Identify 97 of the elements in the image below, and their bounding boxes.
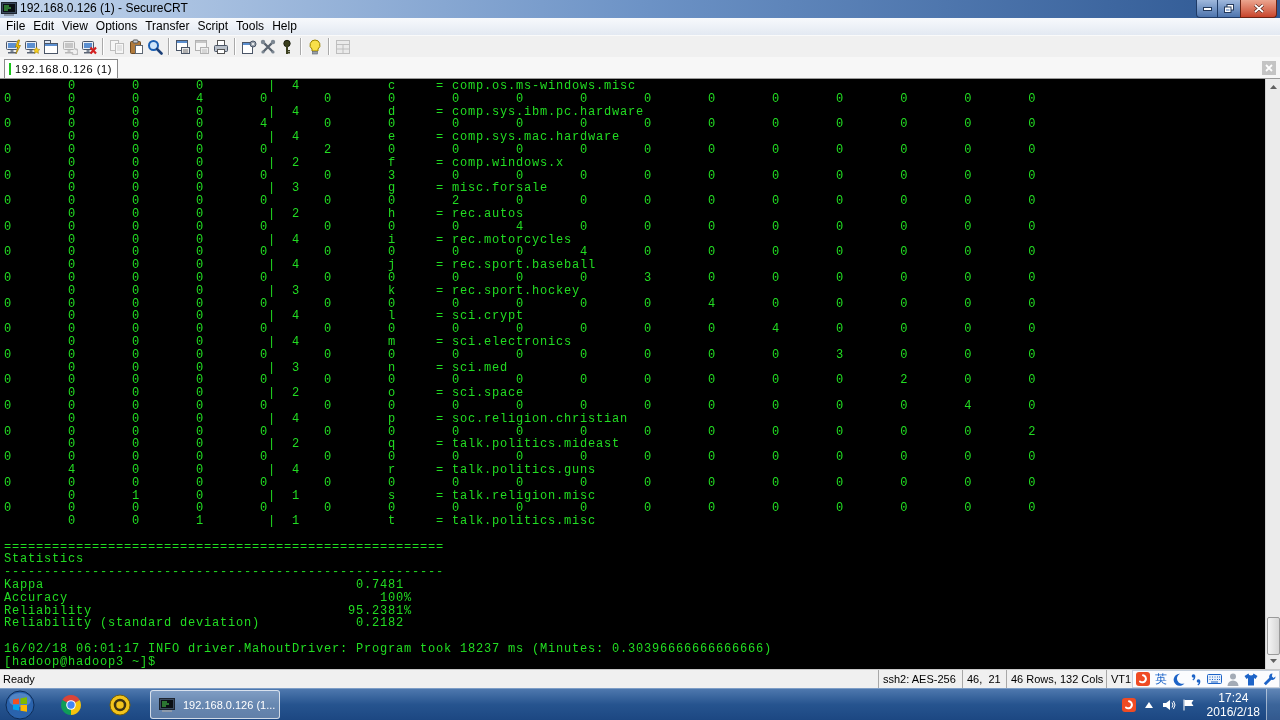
confusion-matrix-line: 0 0 0 0 0 2 0 0 0 0 0 0 0 0 0 0 0 — [4, 144, 1037, 157]
window-title: 192.168.0.126 (1) - SecureCRT — [20, 0, 188, 17]
confusion-matrix-line: 0 0 0 | 3 k = rec.sport.hockey — [68, 284, 581, 298]
monitor-bolt-icon[interactable] — [5, 38, 21, 55]
confusion-matrix-line: 0 0 0 | 3 n = sci.med — [68, 361, 509, 375]
start-orb-icon[interactable] — [5, 689, 35, 720]
confusion-matrix-line: 0 0 0 0 0 0 0 0 0 0 0 0 0 0 0 0 2 — [4, 425, 1037, 439]
caret-down-icon[interactable] — [1269, 659, 1277, 663]
confusion-matrix-line: 0 1 0 | 1 s = talk.religion.misc — [68, 489, 597, 503]
statistics-line: ======================================================= — [4, 540, 445, 554]
confusion-matrix-line: 0 0 0 0 0 0 0 0 4 0 0 0 0 0 0 0 0 — [4, 220, 1037, 234]
menu-item[interactable]: Tools — [233, 18, 268, 35]
flag-icon[interactable] — [1181, 698, 1195, 711]
confusion-matrix-line: 0 0 0 0 0 0 0 0 0 0 0 0 0 0 0 0 0 — [4, 502, 1037, 516]
input-mode-label[interactable]: 英 — [1155, 672, 1167, 686]
confusion-matrix-line: 0 0 0 0 0 0 0 0 0 0 0 0 0 0 0 0 0 — [4, 451, 1037, 464]
confusion-matrix-line: 0 0 0 0 0 0 0 0 0 4 0 0 0 0 0 0 0 — [4, 246, 1037, 260]
confusion-matrix-line: 0 0 0 | 2 f = comp.windows.x — [68, 156, 565, 170]
confusion-matrix-line: 0 0 0 | 4 d = comp.sys.ibm.pc.hardware — [68, 105, 645, 119]
confusion-matrix-line: 0 0 0 0 4 0 0 0 0 0 0 0 0 0 0 0 0 — [4, 118, 1037, 132]
terminal-window-icon — [1, 1, 17, 16]
confusion-matrix-line: 0 0 0 | 3 g = misc.forsale — [68, 182, 549, 196]
confusion-matrix-line: 0 0 0 0 0 0 3 0 0 0 0 0 0 0 0 0 0 — [4, 169, 1037, 183]
confusion-matrix-line: 0 0 0 | 4 l = sci.crypt — [68, 310, 525, 324]
monitor-x-icon[interactable] — [81, 38, 97, 55]
clock-time[interactable]: 17:24 — [1218, 690, 1249, 705]
statistics-line: Reliability 95.2381% — [4, 604, 413, 618]
statistics-line: Accuracy 100% — [4, 591, 413, 605]
confusion-matrix-line: 0 0 0 | 2 o = sci.space — [68, 387, 525, 400]
window-page-icon[interactable] — [175, 38, 191, 55]
restore-icon — [1224, 4, 1234, 13]
statistics-line: Kappa 0.7481 — [4, 579, 405, 592]
confusion-matrix-line: 0 0 0 0 0 0 0 0 0 0 0 0 0 3 0 0 0 — [4, 348, 1037, 362]
caret-up-icon[interactable] — [1269, 85, 1277, 89]
confusion-matrix-line: 0 0 0 0 0 0 0 0 0 0 0 0 0 0 2 0 0 — [4, 374, 1037, 388]
clipboard-icon[interactable] — [128, 38, 144, 55]
menu-item[interactable]: File — [3, 18, 29, 35]
shirt-icon[interactable] — [1244, 672, 1258, 686]
confusion-matrix-line: 0 0 0 | 2 q = talk.politics.mideast — [68, 438, 621, 452]
close-button[interactable] — [1240, 0, 1277, 18]
swirl-logo-icon[interactable] — [1136, 672, 1150, 686]
scrollbar-thumb[interactable] — [1266, 617, 1280, 655]
menu-item[interactable]: Edit — [30, 18, 58, 35]
monitor-star-icon[interactable] — [24, 38, 40, 55]
caret-up-icon[interactable] — [1144, 701, 1153, 708]
menu-item[interactable]: View — [59, 18, 91, 35]
confusion-matrix-line: 0 0 0 0 0 0 0 0 0 0 0 4 0 0 0 0 0 — [4, 297, 1037, 311]
confusion-matrix-line: 0 0 0 | 2 h = rec.autos — [68, 207, 525, 221]
confusion-matrix-line: 0 0 0 0 0 0 0 0 0 0 3 0 0 0 0 0 0 — [4, 271, 1037, 285]
clock-date[interactable]: 2016/2/18 — [1206, 704, 1260, 719]
printer-icon[interactable] — [213, 38, 229, 55]
statistics-line: Reliability (standard deviation) 0.2182 — [4, 617, 405, 631]
confusion-matrix-line: 0 0 0 | 4 i = rec.motorcycles — [68, 233, 573, 247]
confusion-matrix-line: 0 0 0 | 4 j = rec.sport.baseball — [68, 259, 597, 272]
window-gear-icon[interactable] — [241, 38, 257, 55]
statistics-line: ------------------------------------------------------- — [4, 566, 445, 580]
statistics-line: Statistics — [4, 553, 84, 567]
lightbulb-icon[interactable] — [307, 38, 323, 55]
menu-item[interactable]: Help — [269, 18, 300, 35]
moon-icon[interactable] — [1172, 672, 1185, 686]
keyboard-icon[interactable] — [1207, 673, 1222, 685]
close-icon — [1253, 4, 1264, 13]
log-line: 16/02/18 06:01:17 INFO driver.MahoutDriver: Program took 18237 ms (Minutes: 0.30396666666666666) — [4, 643, 773, 656]
confusion-matrix-line: 0 0 0 | 4 p = soc.religion.christian — [68, 412, 629, 426]
minimize-button[interactable] — [1196, 0, 1218, 18]
segmented-circle-icon[interactable] — [60, 693, 82, 716]
window-tab-icon[interactable] — [43, 38, 59, 55]
confusion-matrix-line: 0 0 0 4 0 0 0 0 0 0 0 0 0 0 0 0 0 — [4, 92, 1037, 106]
menu-item[interactable]: Script — [194, 18, 232, 35]
show-desktop-button[interactable] — [1266, 689, 1280, 720]
confusion-matrix-line: 0 0 0 0 0 0 0 0 0 0 0 0 0 0 0 0 0 — [4, 476, 1037, 490]
wrench-icon[interactable] — [1263, 672, 1276, 686]
shell-prompt: [hadoop@hadoop3 ~]$ — [4, 655, 157, 669]
confusion-matrix-line: 0 0 0 | 4 e = comp.sys.mac.hardware — [68, 131, 621, 144]
confusion-matrix-line: 0 0 0 | 4 c = comp.os.ms-windows.misc — [68, 80, 637, 93]
close-icon — [1265, 63, 1273, 72]
terminal-window-icon — [159, 697, 175, 712]
scrollbar[interactable] — [1265, 79, 1280, 669]
speaker-icon[interactable] — [1161, 698, 1176, 711]
comma-marks-icon[interactable] — [1190, 672, 1202, 686]
restore-button[interactable] — [1218, 0, 1240, 18]
confusion-matrix-line: 0 0 0 0 0 0 0 0 0 0 0 0 4 0 0 0 0 — [4, 323, 1037, 336]
confusion-matrix-line: 0 0 0 0 0 0 0 0 0 0 0 0 0 0 0 4 0 — [4, 399, 1037, 413]
confusion-matrix-line: 0 0 0 | 4 m = sci.electronics — [68, 335, 573, 349]
ring-disc-icon[interactable] — [109, 693, 131, 716]
search-icon[interactable] — [147, 38, 163, 55]
taskbar-window-button[interactable]: 192.168.0.126 (1... — [150, 690, 280, 719]
session-tab[interactable]: 192.168.0.126 (1) — [4, 59, 119, 78]
minimize-icon — [1202, 6, 1212, 11]
swirl-logo-icon[interactable] — [1121, 697, 1136, 712]
menu-item[interactable]: Transfer — [142, 18, 193, 35]
confusion-matrix-line: 0 0 1 | 1 t = talk.politics.misc — [68, 515, 597, 528]
confusion-matrix-line: 4 0 0 | 4 r = talk.politics.guns — [68, 463, 597, 477]
crossed-tools-icon[interactable] — [260, 38, 276, 55]
confusion-matrix-line: 0 0 0 0 0 0 0 2 0 0 0 0 0 0 0 0 0 — [4, 195, 1037, 208]
menu-item[interactable]: Options — [92, 18, 141, 35]
status-message: Ready — [2, 672, 36, 687]
